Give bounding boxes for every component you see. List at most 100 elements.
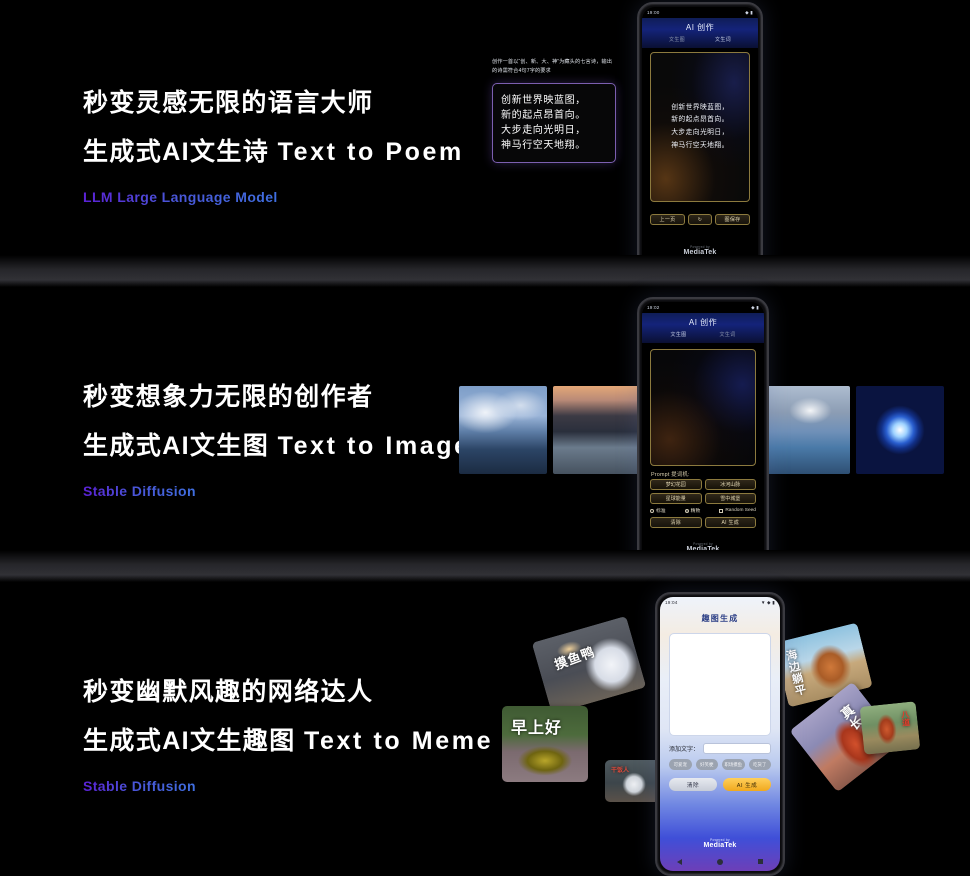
- panel-2-subline: Stable Diffusion: [83, 482, 196, 499]
- callout-prompt-text: 创作一首以“创、新、大、神”为藏头的七言诗，输出的诗需符合4句7字的要求: [492, 59, 612, 75]
- radio-icon: [650, 508, 654, 513]
- back-icon[interactable]: [658, 267, 664, 274]
- prompt-chip-snow-castle[interactable]: 雪中城堡: [704, 493, 756, 504]
- gallery-image-cosmic-vortex[interactable]: [856, 386, 944, 474]
- panel-1-subline: LLM Large Language Model: [83, 188, 278, 205]
- panel-3-text-block: 秒变幽默风趣的网络达人 生成式AI文生趣图 Text to Meme Stabl…: [83, 677, 493, 796]
- checkbox-random-seed[interactable]: Random Seed: [719, 508, 756, 513]
- home-icon[interactable]: [696, 267, 703, 274]
- radio-standard[interactable]: 标准: [650, 507, 666, 514]
- phone-3-statusbar: 19:04 ▼ ◆ ▮: [660, 597, 780, 608]
- phone-2-statusbar: 19:02 ◆ ▮: [642, 302, 764, 313]
- poem-line: 大步走向光明日，: [671, 129, 729, 136]
- panel-2-headline-main: 生成式AI文生图 Text to Image: [83, 431, 471, 462]
- status-icons-group: ▼ ◆ ▮: [761, 600, 775, 606]
- mediatek-logo: MediaTek: [703, 842, 737, 849]
- quality-options-row: 标准 精致 Random Seed: [650, 507, 756, 514]
- callout-line: 大步走向光明日，: [501, 125, 586, 137]
- meme-output-canvas: [669, 633, 771, 736]
- meme-card-carrot-small[interactable]: 八道: [859, 701, 921, 755]
- panel-3-subline: Stable Diffusion: [83, 777, 196, 794]
- recents-icon[interactable]: [757, 859, 763, 864]
- prompt-chip-planet-energy[interactable]: 星球能量: [650, 493, 702, 504]
- status-icons-group: ◆ ▮: [751, 305, 759, 311]
- app-title: AI 创作: [688, 318, 718, 327]
- checkbox-icon: [719, 508, 724, 513]
- slide-stage: 秒变灵感无限的语言大师 生成式AI文生诗 Text to Poem LLM La…: [0, 0, 970, 876]
- add-text-input[interactable]: [703, 743, 771, 754]
- back-icon[interactable]: [659, 564, 665, 571]
- panel-1-headline-en: Text to Poem: [277, 138, 464, 167]
- clear-button[interactable]: 清除: [669, 778, 717, 791]
- radio-fine-label: 精致: [690, 509, 701, 514]
- phone-device-meme: 19:04 ▼ ◆ ▮ 趣图生成 添加文字： 可爱宠 好笑梗 职场摸鱼 吃货了 …: [655, 592, 785, 876]
- phone-1-titlebar: AI 创作 文生图 文生词: [642, 18, 758, 48]
- phone-1-brand: Powered by MediaTek: [642, 245, 758, 256]
- refresh-icon[interactable]: ↻: [688, 214, 712, 225]
- tab-text-to-image[interactable]: 文生图: [671, 331, 687, 338]
- prompt-callout: 创作一首以“创、新、大、神”为藏头的七言诗，输出的诗需符合4句7字的要求 创新世…: [492, 58, 616, 164]
- status-time: 19:02: [647, 305, 660, 310]
- meme-pill-row: 可爱宠 好笑梗 职场摸鱼 吃货了: [669, 759, 771, 770]
- battery-icon: ▼ ◆ ▮: [760, 599, 775, 605]
- gallery-image-rocky-shore[interactable]: [762, 386, 850, 474]
- save-image-button[interactable]: 图保存: [715, 214, 750, 225]
- prompt-chip-dream-garden[interactable]: 梦幻花园: [650, 479, 702, 490]
- prompt-chip-glacier-mountains[interactable]: 冰河山脉: [704, 479, 756, 490]
- phone-2-screen: 19:02 ◆ ▮ AI 创作 文生图 文生词 Prompt 提词机: 梦幻花园…: [642, 302, 764, 577]
- panel-2-text-block: 秒变想象力无限的创作者 生成式AI文生图 Text to Image Stabl…: [83, 382, 471, 501]
- recents-icon[interactable]: [741, 565, 747, 570]
- status-time: 19:04: [665, 600, 678, 605]
- meme-pill-cute-pet[interactable]: 可爱宠: [669, 759, 692, 770]
- panel-3-headline-cn: 生成式AI文生趣图: [83, 727, 296, 756]
- app-title: AI 创作: [685, 23, 715, 32]
- meme-pill-workplace[interactable]: 职场摸鱼: [722, 759, 745, 770]
- tab-text-to-poem[interactable]: 文生词: [720, 331, 736, 338]
- callout-line: 神马行空天地翔。: [501, 140, 586, 152]
- meme-pill-funny-meme[interactable]: 好笑梗: [695, 759, 718, 770]
- poem-line: 创新世界映蓝图，: [671, 103, 729, 111]
- poem-text: 创新世界映蓝图， 新的起点昂首向。 大步走向光明日， 神马行空天地翔。: [671, 102, 729, 152]
- panel-2-headline-cn: 生成式AI文生图: [83, 432, 270, 461]
- poem-output-canvas: 创新世界映蓝图， 新的起点昂首向。 大步走向光明日， 神马行空天地翔。: [650, 52, 750, 202]
- prompt-label: Prompt 提词机:: [651, 472, 690, 478]
- radio-fine[interactable]: 精致: [684, 507, 701, 514]
- poem-line: 新的起点昂首向。: [671, 116, 729, 124]
- tab-text-to-poem[interactable]: 文生词: [715, 36, 731, 43]
- gallery-image-clouds-lake[interactable]: [459, 386, 547, 474]
- phone-2-titlebar: AI 创作 文生图 文生词: [642, 313, 764, 343]
- meme-caption: 八道: [900, 709, 911, 727]
- gallery-image-sunset-mountains[interactable]: [553, 386, 641, 474]
- panel-1-headline-top: 秒变灵感无限的语言大师: [83, 89, 374, 117]
- meme-pill-foodie[interactable]: 吃货了: [748, 759, 771, 770]
- clear-button[interactable]: 清除: [650, 517, 702, 528]
- phone-3-screen: 19:04 ▼ ◆ ▮ 趣图生成 添加文字： 可爱宠 好笑梗 职场摸鱼 吃货了 …: [660, 597, 780, 871]
- panel-1-headline-main: 生成式AI文生诗 Text to Poem: [83, 137, 464, 168]
- prev-page-button[interactable]: 上一页: [650, 214, 685, 225]
- app-title: 趣图生成: [701, 614, 739, 623]
- phone-2-navbar: [642, 561, 764, 574]
- tab-text-to-image[interactable]: 文生图: [669, 36, 685, 43]
- meme-card-goose[interactable]: 干饭人: [605, 760, 661, 802]
- phone-1-statusbar: 19:00 ◆ ▮: [642, 7, 758, 18]
- back-icon[interactable]: [677, 858, 683, 865]
- mediatek-logo: MediaTek: [686, 546, 720, 553]
- home-icon[interactable]: [716, 858, 723, 865]
- phone-2-brand: Powered by MediaTek: [642, 542, 764, 553]
- panel-3-headline-main: 生成式AI文生趣图 Text to Meme: [83, 726, 493, 757]
- home-icon[interactable]: [699, 564, 706, 571]
- panel-1-headline-cn: 生成式AI文生诗: [83, 138, 270, 167]
- panel-2-headline-en: Text to Image: [277, 432, 471, 461]
- phone-1-screen: 19:00 ◆ ▮ AI 创作 文生图 文生词 创新世界映蓝图， 新的起点昂首向…: [642, 7, 758, 280]
- callout-line: 新的起点昂首向。: [501, 110, 586, 122]
- meme-card-bowl[interactable]: 早上好: [502, 706, 588, 782]
- ai-generate-button[interactable]: AI 生成: [723, 778, 771, 791]
- recents-icon[interactable]: [736, 268, 742, 273]
- ai-generate-button[interactable]: AI 生成: [704, 517, 756, 528]
- phone-2-button-row: 清除 AI 生成: [650, 517, 756, 528]
- phone-3-navbar: [660, 855, 780, 868]
- panel-3-headline-en: Text to Meme: [303, 727, 494, 756]
- phone-1-button-row: 上一页 ↻ 图保存: [650, 214, 750, 225]
- panel-text-to-poem: 秒变灵感无限的语言大师 生成式AI文生诗 Text to Poem LLM La…: [0, 0, 970, 287]
- checkbox-random-seed-label: Random Seed: [725, 508, 756, 513]
